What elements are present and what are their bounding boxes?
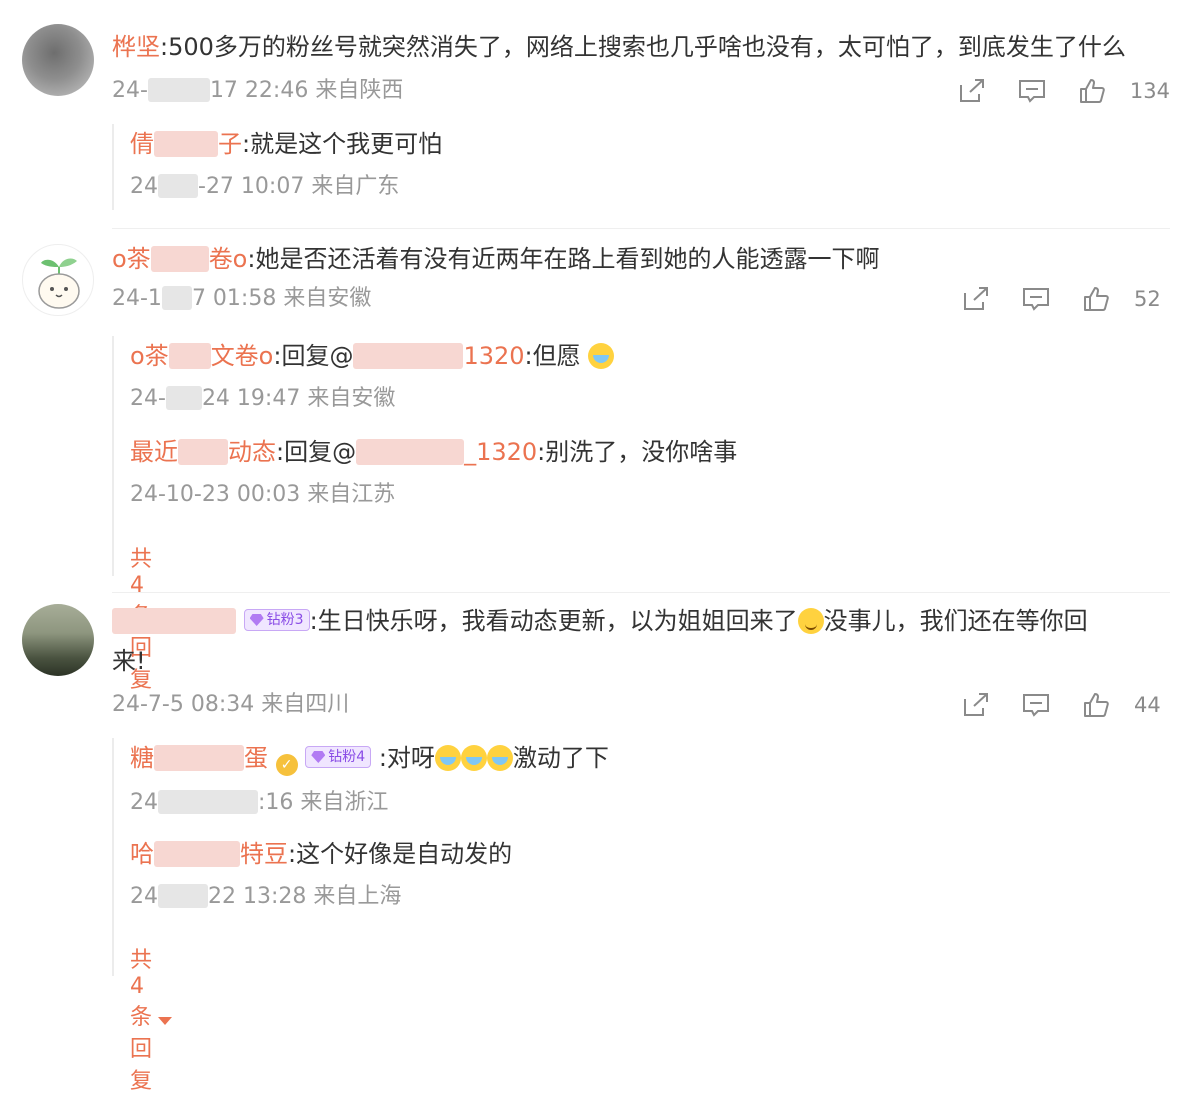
redaction [154,131,218,157]
share-button[interactable] [942,74,1002,108]
reply-item: o茶 文卷o:回复@ 1320:但愿 24- 24 19:47 来自安徽 [130,340,1150,414]
comment-icon [1018,80,1045,103]
comment-item: o茶 卷o:她是否还活着有没有近两年在路上看到她的人能透露一下啊 24-1 7 01… [0,230,1200,693]
diamond-icon [311,751,326,763]
comment-meta: 24- 17 22:46 来自陕西 [112,78,404,103]
comment-body: :生日快乐呀，我看动态更新，以为姐姐回来了 [309,607,798,635]
reply-text: o茶 文卷o:回复@ 1320:但愿 [130,340,1150,372]
redaction [165,386,202,410]
reply-meta: 24:16 来自浙江 [130,790,389,815]
like-count: 52 [1134,287,1161,311]
reply-text: 哈特豆:这个好像是自动发的 [130,840,513,868]
like-count: 134 [1129,79,1170,103]
redaction [353,343,464,369]
redaction [112,608,236,634]
reply-meta: 24- 24 19:47 来自安徽 [130,386,396,411]
reply-meta: 24-10-23 00:03 来自江苏 [130,482,396,507]
comment-text: o茶 卷o:她是否还活着有没有近两年在路上看到她的人能透露一下啊 [112,245,880,273]
like-button[interactable] [1066,688,1126,722]
reply-item: 糖蛋 ✓ 钻粉4 :对呀 激动了下 24:16 来自浙江 [130,742,1150,818]
share-icon [964,693,988,716]
redaction [168,343,211,369]
redaction [158,790,258,814]
redaction [154,841,240,867]
reply-item: 哈特豆:这个好像是自动发的 24 22 13:28 来自上海 [130,838,1150,912]
like-icon [1084,287,1109,311]
reply-meta: 24 -27 10:07 来自广东 [130,174,400,199]
comment-meta: 24-1 7 01:58 来自安徽 [112,286,372,311]
comment-actions: 134 [942,74,1170,108]
share-button[interactable] [946,688,1006,722]
reply-text: 倩子:就是这个我更可怕 [130,130,443,158]
share-icon [964,287,988,310]
like-button[interactable] [1066,282,1126,316]
avatar[interactable] [22,604,94,676]
like-icon [1079,79,1105,103]
share-button[interactable] [946,282,1006,316]
comment-text: 钻粉3:生日快乐呀，我看动态更新，以为姐姐回来了 没事儿，我们还在等你回 [112,604,1172,638]
reply-list: o茶 文卷o:回复@ 1320:但愿 24- 24 19:47 来自安徽 最近 动态:回… [112,336,737,693]
crying-emoji-icon [486,745,513,771]
redaction [150,246,209,272]
comment-actions: 44 [946,688,1170,722]
redaction [158,174,198,198]
crying-emoji-icon [460,745,487,771]
comment-meta: 24-7-5 08:34 来自四川 [112,692,350,717]
chevron-down-icon [158,1016,173,1025]
reply-text: 最近 动态:回复@ _1320:别洗了，没你啥事 [130,438,738,466]
redaction [158,884,208,908]
comment-icon [1023,694,1049,717]
redaction [154,745,244,771]
divider [112,592,1170,593]
comment-text-line2: 来! [112,647,146,675]
avatar[interactable] [22,24,94,96]
comment-button[interactable] [1002,74,1062,108]
redaction [356,439,465,465]
share-icon [959,79,984,102]
verified-icon: ✓ [275,754,298,776]
like-icon [1084,693,1109,717]
more-replies-button[interactable]: 共4条回复 [130,942,173,1095]
comment-body: :500多万的粉丝号就突然消失了，网络上搜索也几乎啥也没有，太可怕了，到底发生了… [160,33,1126,61]
comment-icon [1023,288,1049,311]
comment-text: 桦坚:500多万的粉丝号就突然消失了，网络上搜索也几乎啥也没有，太可怕了，到底发… [112,30,1172,64]
divider [112,228,1170,229]
comment-button[interactable] [1006,282,1066,316]
like-button[interactable] [1062,74,1122,108]
reply-meta: 24 22 13:28 来自上海 [130,884,402,909]
commenter-name[interactable]: 桦坚 [112,33,160,61]
comment-item: 桦坚:500多万的粉丝号就突然消失了，网络上搜索也几乎啥也没有，太可怕了，到底发… [0,0,1200,225]
redaction [147,78,210,102]
comment-actions: 52 [946,282,1170,316]
reply-list: 倩子:就是这个我更可怕 24 -27 10:07 来自广东 [112,124,442,210]
fan-badge: 钻粉3 [243,609,310,631]
fan-badge: 钻粉4 [305,746,372,768]
smile-emoji-icon [797,608,824,634]
comment-item: 钻粉3:生日快乐呀，我看动态更新，以为姐姐回来了 没事儿，我们还在等你回 来! 2… [0,594,1200,1094]
reply-text: 糖蛋 ✓ 钻粉4 :对呀 激动了下 [130,742,1150,776]
crying-emoji-icon [434,745,461,771]
crying-emoji-icon [588,343,615,369]
comment-body: :她是否还活着有没有近两年在路上看到她的人能透露一下啊 [247,245,880,273]
reply-item: 最近 动态:回复@ _1320:别洗了，没你啥事 24-10-23 00:03 来自… [130,436,1150,510]
diamond-icon [249,614,264,626]
redaction [178,439,228,465]
like-count: 44 [1134,693,1161,717]
reply-list: 糖蛋 ✓ 钻粉4 :对呀 激动了下 24:16 来自浙江 哈特豆:这个好像是自动发… [112,738,609,1094]
redaction [161,286,192,310]
sprout-avatar-icon [38,258,80,309]
reply-item: 倩子:就是这个我更可怕 24 -27 10:07 来自广东 [130,128,1150,202]
comment-button[interactable] [1006,688,1066,722]
avatar[interactable] [22,244,94,316]
